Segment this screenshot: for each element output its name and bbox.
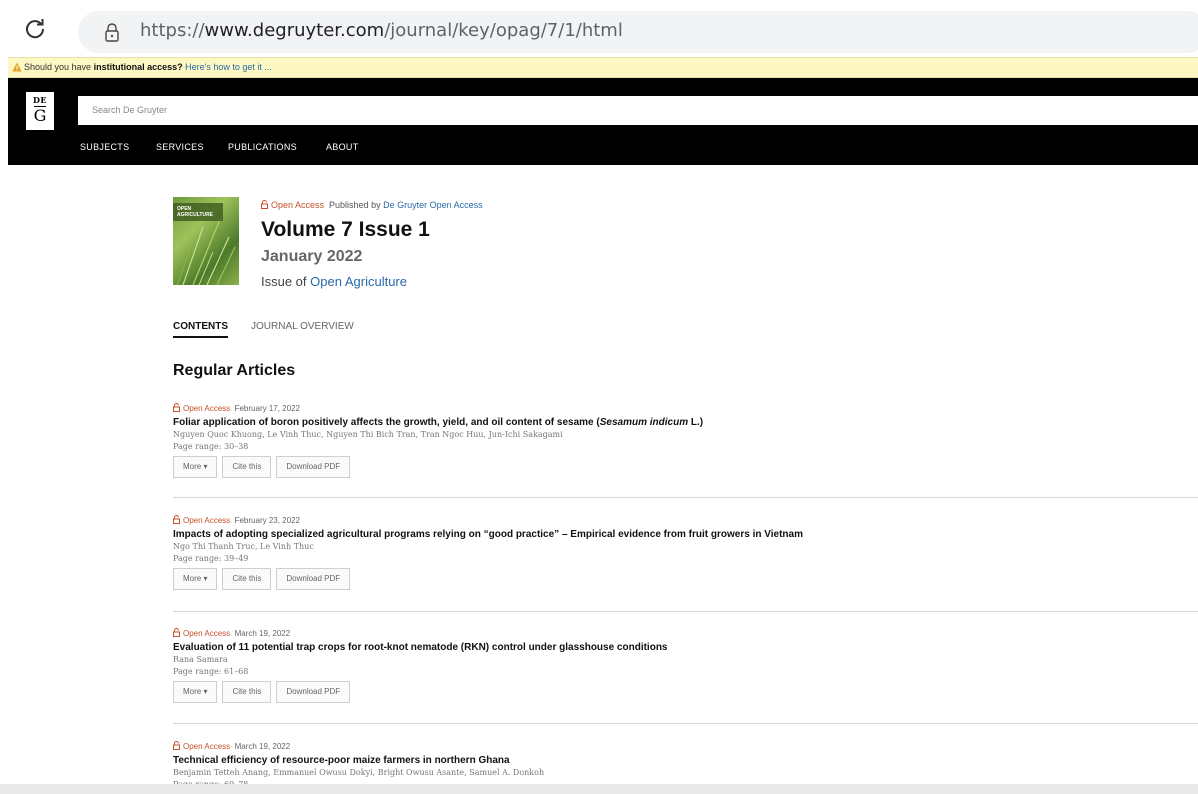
cite-this-button[interactable]: Cite this bbox=[222, 681, 272, 703]
page-title: Volume 7 Issue 1 bbox=[261, 218, 430, 241]
article-item: Open Access February 23, 2022 Impacts of… bbox=[173, 515, 1198, 590]
more-button[interactable]: More ▾ bbox=[173, 568, 218, 590]
cover-brand: OPEN AGRICULTURE bbox=[173, 203, 223, 221]
issue-of: Issue of Open Agriculture bbox=[261, 274, 407, 289]
open-access-label: Open Access bbox=[183, 516, 231, 525]
journal-cover[interactable]: OPEN AGRICULTURE bbox=[173, 197, 239, 285]
article-meta: Open Access February 23, 2022 bbox=[173, 515, 1198, 527]
institutional-access-notice: Should you have institutional access? He… bbox=[8, 57, 1198, 78]
nav-services[interactable]: SERVICES bbox=[156, 142, 204, 152]
article-meta: Open Access March 19, 2022 bbox=[173, 741, 1198, 753]
browser-toolbar: https://www.degruyter.com/journal/key/op… bbox=[0, 0, 1198, 56]
article-actions: More ▾ Cite this Download PDF bbox=[173, 568, 1198, 590]
search-input[interactable]: Search De Gruyter bbox=[78, 96, 1198, 125]
download-pdf-button[interactable]: Download PDF bbox=[276, 681, 351, 703]
lock-icon[interactable] bbox=[104, 22, 120, 42]
article-authors: Rana Samara bbox=[173, 655, 228, 664]
open-access-label: Open Access bbox=[271, 200, 325, 210]
warning-icon bbox=[12, 62, 22, 72]
article-authors: Nguyen Quoc Khuong, Le Vinh Thuc, Nguyen… bbox=[173, 430, 563, 439]
open-access-icon bbox=[173, 741, 180, 750]
download-pdf-button[interactable]: Download PDF bbox=[276, 568, 351, 590]
notice-link[interactable]: Here's how to get it ... bbox=[185, 62, 272, 72]
open-access-icon bbox=[173, 403, 180, 412]
more-button[interactable]: More ▾ bbox=[173, 681, 218, 703]
article-title-italic: Sesamum indicum bbox=[599, 417, 689, 428]
issue-date: January 2022 bbox=[261, 248, 363, 265]
article-authors: Benjamin Tetteh Anang, Emmanuel Owusu Do… bbox=[173, 768, 545, 777]
notice-prefix: Should you have bbox=[24, 62, 92, 72]
open-access-icon bbox=[261, 200, 268, 209]
open-access-label: Open Access bbox=[183, 404, 231, 413]
published-by-label: Published by bbox=[329, 200, 381, 210]
article-date: February 23, 2022 bbox=[234, 516, 300, 525]
open-access-icon bbox=[173, 515, 180, 524]
open-access-label: Open Access bbox=[183, 742, 231, 751]
journal-link[interactable]: Open Agriculture bbox=[310, 274, 407, 289]
article-meta: Open Access March 19, 2022 bbox=[173, 628, 1198, 640]
article-page-range: Page range: 39–49 bbox=[173, 554, 249, 563]
cite-this-button[interactable]: Cite this bbox=[222, 568, 272, 590]
notice-bold: institutional access? bbox=[93, 62, 183, 72]
article-date: February 17, 2022 bbox=[234, 404, 300, 413]
article-date: March 19, 2022 bbox=[234, 629, 291, 638]
article-title-link[interactable]: Foliar application of boron positively a… bbox=[173, 417, 1198, 428]
article-title-link[interactable]: Evaluation of 11 potential trap crops fo… bbox=[173, 642, 1198, 653]
reload-icon[interactable] bbox=[24, 18, 46, 40]
issue-of-label: Issue of bbox=[261, 274, 307, 289]
nav-subjects[interactable]: SUBJECTS bbox=[80, 142, 129, 152]
article-divider bbox=[173, 723, 1198, 724]
article-title-part: Foliar application of boron positively a… bbox=[173, 417, 600, 428]
article-page-range: Page range: 30–38 bbox=[173, 442, 249, 451]
degruyter-logo[interactable]: DE G bbox=[26, 92, 54, 130]
open-access-label: Open Access bbox=[183, 629, 231, 638]
article-actions: More ▾ Cite this Download PDF bbox=[173, 456, 1198, 478]
article-authors: Ngo Thi Thanh Truc, Le Vinh Thuc bbox=[173, 542, 314, 551]
article-actions: More ▾ Cite this Download PDF bbox=[173, 681, 1198, 703]
article-divider bbox=[173, 611, 1198, 612]
nav-publications[interactable]: PUBLICATIONS bbox=[228, 142, 297, 152]
cite-this-button[interactable]: Cite this bbox=[222, 456, 272, 478]
download-pdf-button[interactable]: Download PDF bbox=[276, 456, 351, 478]
article-page-range: Page range: 61–68 bbox=[173, 667, 249, 676]
publisher-link[interactable]: De Gruyter Open Access bbox=[383, 200, 483, 210]
url-text[interactable]: https://www.degruyter.com/journal/key/op… bbox=[140, 20, 623, 41]
article-item: Open Access March 19, 2022 Evaluation of… bbox=[173, 628, 1198, 703]
section-title: Regular Articles bbox=[173, 362, 296, 379]
logo-letter: G bbox=[33, 106, 47, 125]
article-date: March 19, 2022 bbox=[234, 742, 291, 751]
article-meta: Open Access February 17, 2022 bbox=[173, 403, 1198, 415]
logo-top: DE bbox=[32, 95, 48, 105]
article-title-part: L.) bbox=[688, 417, 704, 428]
open-access-icon bbox=[173, 628, 180, 637]
issue-meta: Open Access Published by De Gruyter Open… bbox=[261, 200, 483, 210]
horizontal-scrollbar[interactable] bbox=[0, 784, 1198, 794]
article-title-link[interactable]: Impacts of adopting specialized agricult… bbox=[173, 529, 1198, 540]
url-path: /journal/key/opag/7/1/html bbox=[384, 20, 623, 41]
url-host: www.degruyter.com bbox=[204, 20, 385, 41]
article-divider bbox=[173, 497, 1198, 498]
more-button[interactable]: More ▾ bbox=[173, 456, 218, 478]
article-item: Open Access February 17, 2022 Foliar app… bbox=[173, 403, 1198, 478]
tab-contents[interactable]: CONTENTS bbox=[173, 321, 228, 338]
nav-about[interactable]: ABOUT bbox=[326, 142, 359, 152]
tab-journal-overview[interactable]: JOURNAL OVERVIEW bbox=[251, 321, 354, 332]
url-scheme: https:// bbox=[140, 20, 205, 41]
article-title-link[interactable]: Technical efficiency of resource-poor ma… bbox=[173, 755, 1198, 766]
article-item: Open Access March 19, 2022 Technical eff… bbox=[173, 741, 1198, 789]
